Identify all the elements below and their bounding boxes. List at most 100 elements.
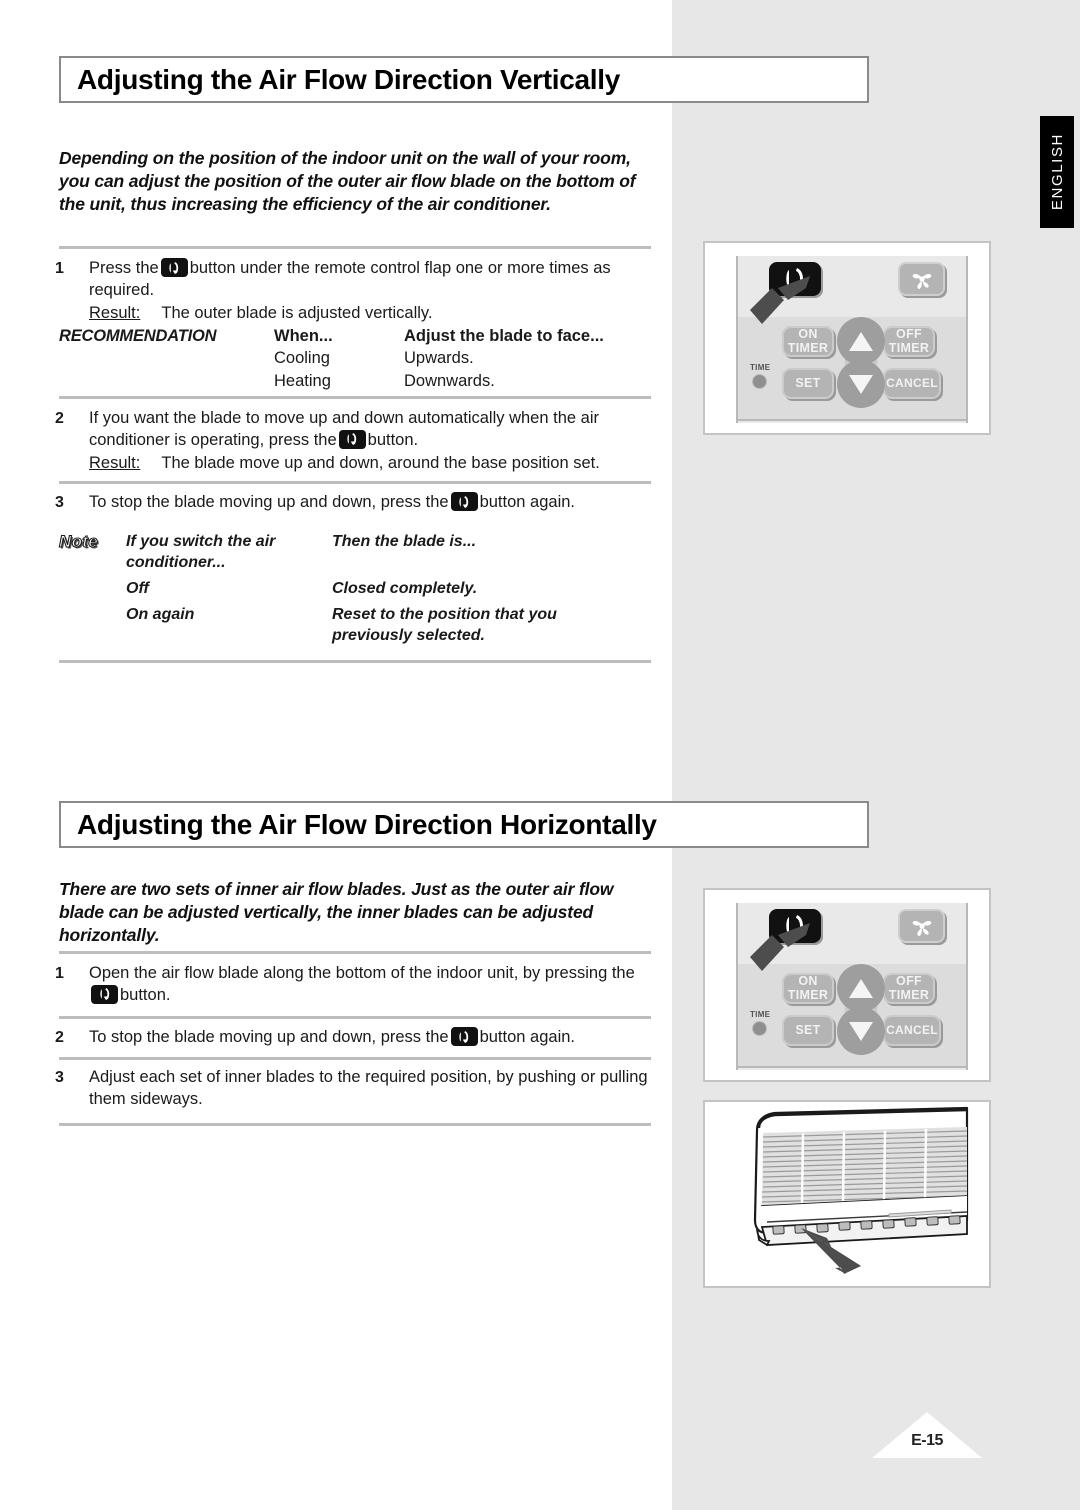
remote-arrow-up-button[interactable] (837, 964, 885, 1012)
recommendation-header-row: RECOMMENDATION When... Adjust the blade … (59, 325, 659, 347)
rule-above-step-2-horizontal (59, 1016, 651, 1019)
rule-above-step-2 (59, 396, 651, 399)
note-cell-result: Closed completely. (332, 580, 478, 598)
on-timer-label-line2: TIMER (787, 987, 829, 1002)
step-number: 2 (55, 410, 64, 427)
set-label: SET (795, 375, 821, 390)
swing-blade-icon (786, 268, 804, 291)
swing-button-icon (450, 492, 478, 511)
step-item-3-horizontal: 3 Adjust each set of inner blades to the… (55, 1067, 655, 1111)
step-result-line: Result: The blade move up and down, aroun… (89, 453, 655, 475)
recommendation-cell-when: Cooling (274, 349, 330, 368)
step-text-after-icon: button again. (479, 493, 575, 511)
note-row: On again Reset to the position that you … (59, 604, 659, 646)
note-cell-condition: On again (126, 606, 195, 624)
section-heading-horizontal: Adjusting the Air Flow Direction Horizon… (59, 801, 869, 848)
arrow-up-icon (849, 978, 873, 998)
note-row: Off Closed completely. (59, 578, 659, 599)
step-text-before-icon: To stop the blade moving up and down, pr… (89, 1028, 449, 1046)
step-text-after-icon: button. (120, 985, 171, 1004)
remote-cancel-button[interactable]: CANCEL (883, 1015, 941, 1046)
remote-set-button[interactable]: SET (782, 1015, 834, 1046)
step-number: 2 (55, 1029, 64, 1046)
remote-set-button[interactable]: SET (782, 368, 834, 399)
swing-blade-icon (786, 915, 804, 938)
on-timer-label-line1: ON (798, 974, 818, 989)
step-text-after-icon: button. (367, 430, 419, 449)
remote-on-timer-button[interactable]: ON TIMER (782, 973, 834, 1004)
recommendation-label: RECOMMENDATION (59, 327, 217, 345)
result-text: The outer blade is adjusted vertically. (161, 303, 433, 322)
page-content-area (0, 0, 672, 1510)
step-result-line: Result: The outer blade is adjusted verti… (89, 303, 655, 325)
step-item-2-vertical: 2 If you want the blade to move up and d… (55, 408, 655, 475)
step-text-before-icon: Press the (89, 259, 159, 277)
note-cell-result: Reset to the position that you previousl… (332, 606, 557, 645)
step-item-1-horizontal: 1 Open the air flow blade along the bott… (55, 963, 655, 1007)
off-timer-label-line1: OFF (896, 974, 922, 989)
step-number: 1 (55, 965, 64, 982)
remote-arrow-down-button[interactable] (837, 1007, 885, 1055)
recommendation-spacer (59, 370, 274, 392)
remote-off-timer-button[interactable]: OFF TIMER (883, 973, 935, 1004)
remote-illustration-horizontal: ON TIMER OFF TIMER SET CANCEL TIME (703, 888, 991, 1082)
rule-above-step-1-horizontal (59, 951, 651, 954)
rule-above-step-3 (59, 481, 651, 484)
swing-button-icon (91, 984, 118, 1004)
rule-above-step-3-horizontal (59, 1057, 651, 1060)
recommendation-table: RECOMMENDATION When... Adjust the blade … (59, 325, 659, 392)
recommendation-cell-when: Heating (274, 371, 331, 390)
note-header-condition: If you switch the air conditioner... (126, 533, 276, 572)
recommendation-header-adjust: Adjust the blade to face... (404, 327, 604, 345)
indoor-unit-illustration (703, 1100, 991, 1288)
step-number: 3 (55, 1069, 64, 1086)
remote-fan-button[interactable] (898, 909, 945, 943)
note-spacer (59, 604, 126, 646)
time-indicator-label: TIME (750, 363, 771, 372)
page-number-label: E-15 (911, 1432, 943, 1449)
remote-off-timer-button[interactable]: OFF TIMER (883, 326, 935, 357)
note-block: Note If you switch the air conditioner..… (58, 531, 659, 652)
note-spacer (59, 578, 126, 599)
arrow-down-icon (849, 374, 873, 394)
on-timer-label-line1: ON (798, 327, 818, 342)
step-text-before-icon: Open the air flow blade along the bottom… (89, 964, 635, 982)
step-text-after-icon: button again. (479, 1028, 575, 1046)
arrow-up-icon (849, 331, 873, 351)
section-heading-vertical: Adjusting the Air Flow Direction Vertica… (59, 56, 869, 103)
step-text-before-icon: To stop the blade moving up and down, pr… (89, 493, 449, 511)
cancel-label: CANCEL (886, 1023, 938, 1038)
arrow-down-icon (849, 1021, 873, 1041)
remote-arrow-down-button[interactable] (837, 360, 885, 408)
remote-fan-button[interactable] (898, 262, 945, 296)
rule-section-2-end (59, 1123, 651, 1126)
recommendation-header-when: When... (274, 327, 333, 345)
step-text-before-icon: Adjust each set of inner blades to the r… (89, 1068, 648, 1108)
result-text: The blade move up and down, around the b… (161, 453, 600, 472)
recommendation-cell-adjust: Upwards. (404, 349, 474, 368)
step-item-2-horizontal: 2 To stop the blade moving up and down, … (55, 1027, 655, 1049)
remote-arrow-up-button[interactable] (837, 317, 885, 365)
note-cell-condition: Off (126, 580, 149, 598)
remote-cancel-button[interactable]: CANCEL (883, 368, 941, 399)
step-number: 1 (55, 260, 64, 277)
time-indicator-led (752, 1021, 767, 1036)
rule-section-1-end (59, 660, 651, 663)
page-title-horizontal: Adjusting the Air Flow Direction Horizon… (77, 808, 657, 840)
remote-panel: ON TIMER OFF TIMER SET CANCEL TIME (736, 256, 968, 423)
result-label: Result: (89, 303, 141, 322)
fan-icon (912, 273, 931, 289)
remote-swing-button[interactable] (769, 909, 821, 943)
note-badge: Note (58, 531, 98, 551)
time-indicator-label: TIME (750, 1010, 771, 1019)
note-badge-cell: Note (58, 531, 126, 573)
swing-button-icon (338, 429, 366, 449)
time-indicator-led (752, 374, 767, 389)
recommendation-cell-adjust: Downwards. (404, 371, 495, 390)
recommendation-spacer (59, 347, 274, 369)
step-item-3-vertical: 3 To stop the blade moving up and down, … (55, 492, 655, 514)
remote-swing-button[interactable] (769, 262, 821, 296)
swing-button-icon (450, 1027, 478, 1046)
recommendation-row: Cooling Upwards. (59, 347, 659, 369)
remote-on-timer-button[interactable]: ON TIMER (782, 326, 834, 357)
